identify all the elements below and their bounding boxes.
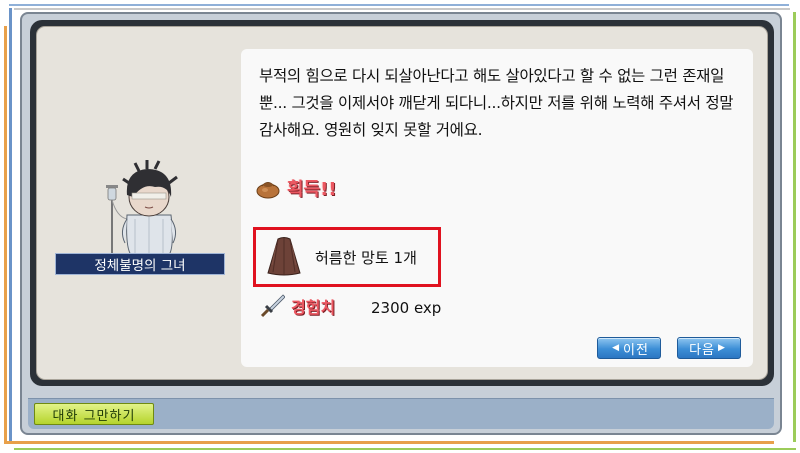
- arrow-left-icon: ◀: [612, 343, 620, 353]
- npc-dialog-window: 정체불명의 그녀 부적의 힘으로 다시 되살아난다고 해도 살아있다고 할 수 …: [20, 12, 782, 435]
- next-button-label: 다음: [689, 342, 715, 358]
- dialog-panel: 정체불명의 그녀 부적의 힘으로 다시 되살아난다고 해도 살아있다고 할 수 …: [36, 26, 768, 380]
- reward-header: 획득!!: [255, 175, 337, 201]
- exp-label: 경험치: [291, 298, 336, 317]
- frame-line-bottom-green: [14, 448, 796, 450]
- next-button[interactable]: 다음 ▶: [677, 337, 741, 359]
- dialog-message: 부적의 힘으로 다시 되살아난다고 해도 살아있다고 할 수 없는 그런 존재일…: [259, 67, 734, 139]
- npc-name-label: 정체불명의 그녀: [55, 253, 225, 275]
- reward-item-highlight: 허름한 망토 1개: [253, 227, 441, 287]
- npc-portrait: [105, 157, 195, 261]
- cape-icon: [264, 235, 304, 277]
- frame-line-left-orange: [4, 26, 7, 444]
- frame-line-top-inner: [14, 8, 790, 10]
- exp-header: 경험치: [259, 293, 335, 319]
- reward-item-name: 허름한 망토 1개: [315, 249, 417, 267]
- dialog-frame: 정체불명의 그녀 부적의 힘으로 다시 되살아난다고 해도 살아있다고 할 수 …: [30, 20, 774, 386]
- bag-icon: [255, 177, 281, 199]
- arrow-right-icon: ▶: [718, 343, 726, 353]
- end-chat-button[interactable]: 대화 그만하기: [34, 403, 154, 425]
- dialog-bottom-bar: 대화 그만하기: [28, 398, 774, 429]
- frame-line-right-green: [793, 12, 796, 442]
- prev-button-label: 이전: [623, 342, 649, 358]
- frame-line-top: [9, 4, 789, 6]
- frame-line-bottom-orange: [4, 441, 774, 444]
- frame-line-left-blue: [9, 8, 12, 444]
- prev-button[interactable]: ◀ 이전: [597, 337, 661, 359]
- exp-value: 2300 exp: [371, 299, 442, 317]
- sword-icon: [259, 293, 286, 319]
- npc-sprite: [106, 160, 178, 258]
- dialog-text-area: 부적의 힘으로 다시 되살아난다고 해도 살아있다고 할 수 없는 그런 존재일…: [241, 49, 753, 367]
- reward-label: 획득!!: [287, 179, 337, 200]
